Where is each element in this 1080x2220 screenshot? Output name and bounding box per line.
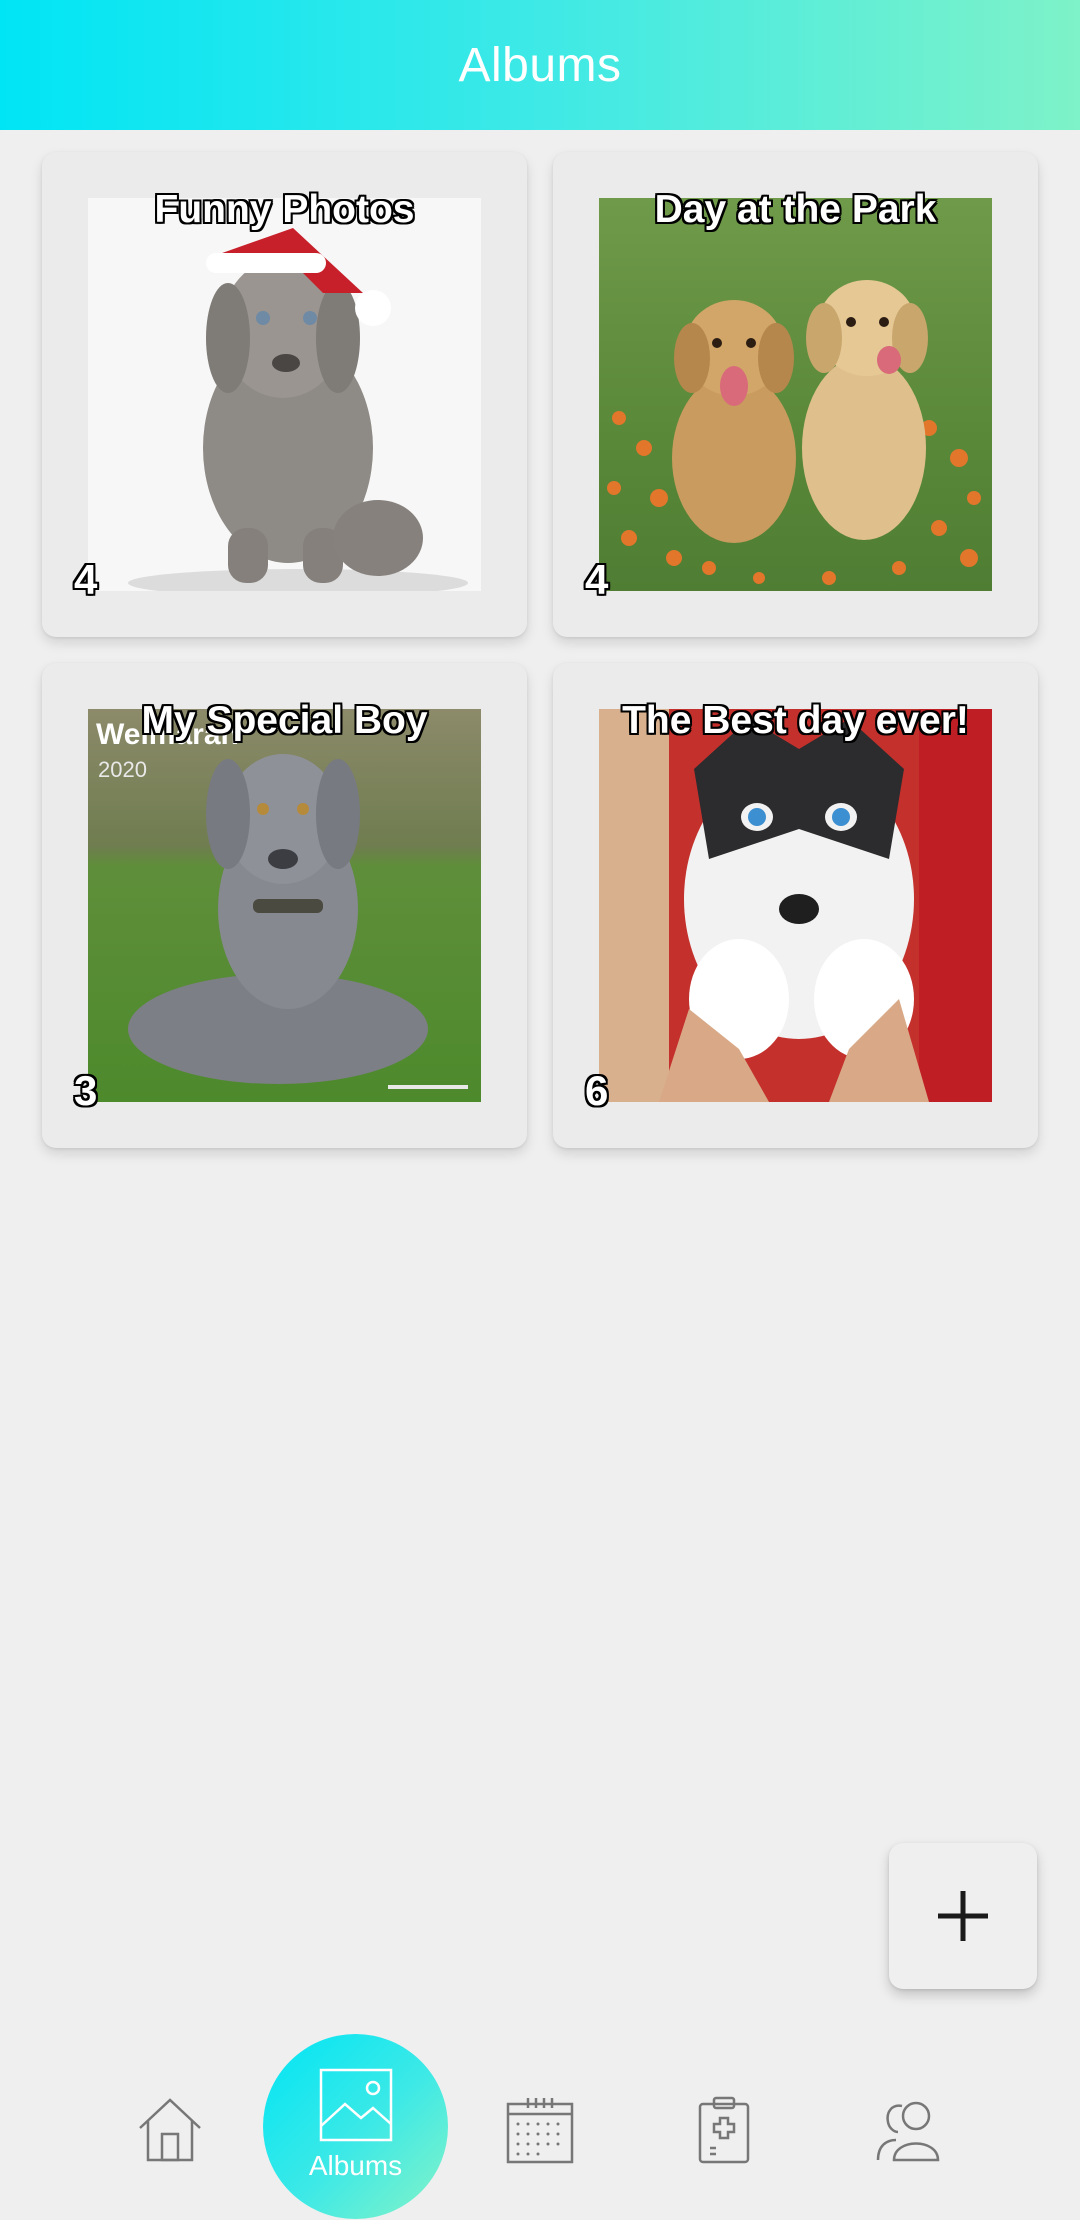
add-album-button[interactable]	[889, 1843, 1037, 1989]
album-thumbnail	[599, 709, 992, 1102]
plus-icon	[938, 1891, 988, 1941]
puppy-photo-image	[88, 198, 481, 591]
album-card-the-best-day-ever[interactable]: The Best day ever! 6	[553, 663, 1038, 1148]
album-photo-count: 4	[585, 556, 609, 603]
album-photo-count: 4	[74, 556, 98, 603]
album-card-my-special-boy[interactable]: Weimaran 2020 My Special Boy 3	[42, 663, 527, 1148]
image-icon	[319, 2068, 392, 2141]
album-card-day-at-the-park[interactable]: Day at the Park 4	[553, 152, 1038, 637]
nav-home-button[interactable]	[130, 2090, 210, 2170]
app-header: Albums	[0, 0, 1080, 130]
album-title: Day at the Park	[654, 188, 937, 231]
album-title: My Special Boy	[141, 699, 428, 742]
nav-calendar-button[interactable]	[500, 2090, 580, 2170]
people-icon	[876, 2101, 940, 2162]
album-title: The Best day ever!	[622, 699, 969, 742]
album-photo-count: 3	[74, 1067, 98, 1114]
nav-contacts-button[interactable]	[868, 2090, 948, 2170]
page-title: Albums	[458, 38, 622, 92]
nav-albums-label: Albums	[308, 2149, 403, 2181]
bottom-navigation: Albums	[0, 2020, 1080, 2220]
album-thumbnail	[599, 198, 992, 591]
album-thumbnail	[88, 198, 481, 591]
dog-on-grass-image: Weimaran 2020	[88, 709, 481, 1102]
puppies-in-park-image	[599, 198, 992, 591]
medical-clipboard-icon	[698, 2096, 750, 2164]
nav-medical-button[interactable]	[684, 2090, 764, 2170]
calendar-icon	[506, 2098, 574, 2164]
svg-text:2020: 2020	[98, 757, 147, 782]
husky-puppy-image	[599, 709, 992, 1102]
albums-grid: Funny Photos 4 Day at the Park 4 Weimara…	[42, 152, 1038, 1148]
album-title: Funny Photos	[154, 188, 415, 231]
home-icon	[139, 2098, 201, 2162]
album-card-funny-photos[interactable]: Funny Photos 4	[42, 152, 527, 637]
album-photo-count: 6	[585, 1067, 609, 1114]
album-thumbnail: Weimaran 2020	[88, 709, 481, 1102]
nav-albums-button[interactable]: Albums	[263, 2034, 448, 2219]
